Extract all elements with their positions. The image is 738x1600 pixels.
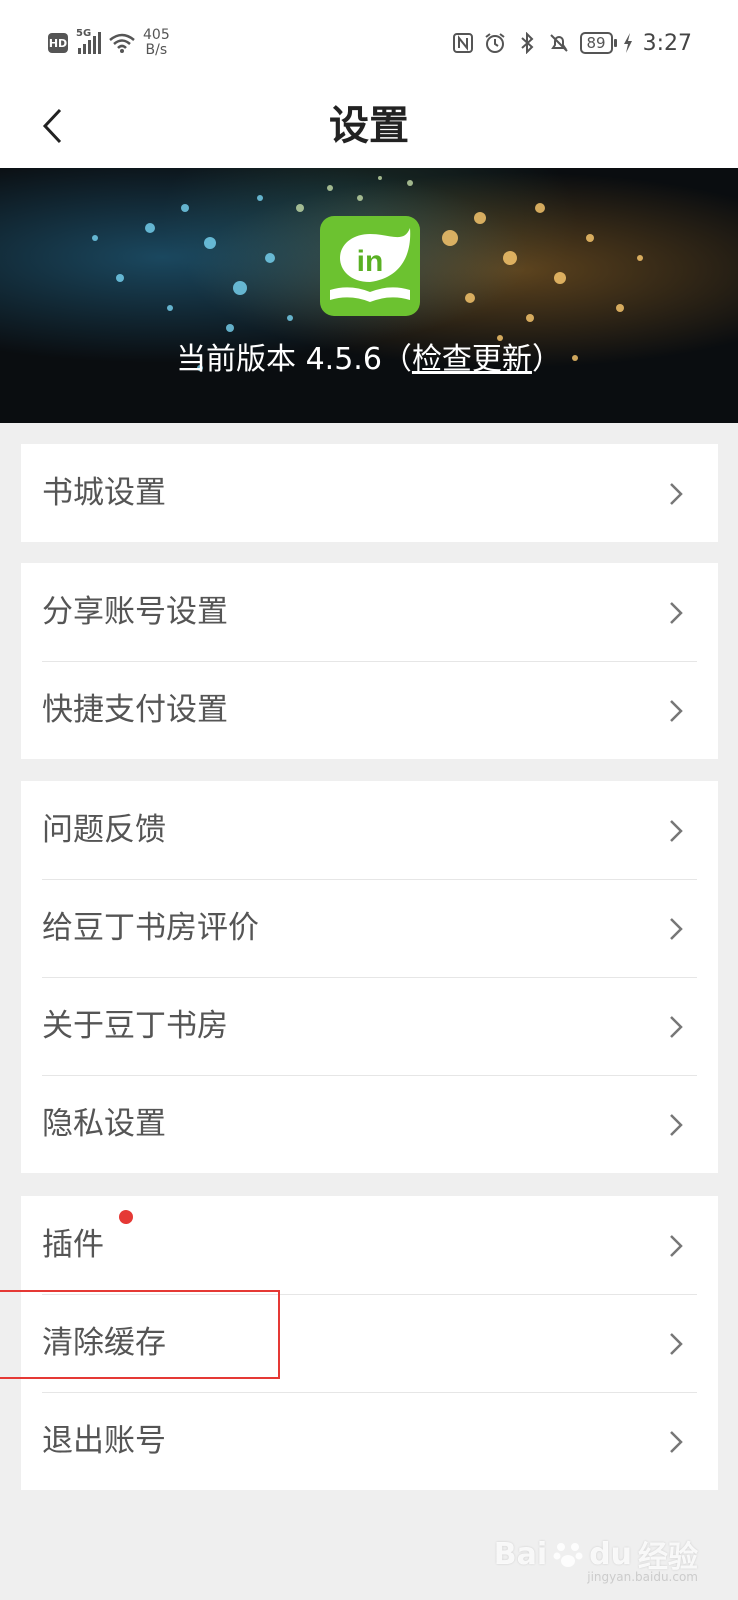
menu-item-label: 问题反馈 [42, 812, 166, 848]
nfc-icon [452, 33, 473, 53]
highlight-annotation [0, 1290, 280, 1379]
menu-item-label: 退出账号 [42, 1423, 166, 1459]
chevron-right-icon [670, 700, 683, 722]
rate-app-item[interactable]: 给豆丁书房评价 [21, 879, 718, 977]
settings-group-1: 书城设置 [21, 444, 718, 542]
settings-group-3: 问题反馈 给豆丁书房评价 关于豆丁书房 隐私设置 [21, 781, 718, 1173]
svg-text:in: in [357, 245, 384, 278]
menu-item-label: 隐私设置 [42, 1106, 166, 1142]
bookstore-settings-item[interactable]: 书城设置 [21, 444, 718, 542]
bluetooth-icon [520, 32, 533, 54]
check-update-link[interactable]: 检查更新 [412, 342, 532, 377]
top-nav-bar: 设置 [0, 84, 738, 168]
menu-item-label: 关于豆丁书房 [42, 1008, 228, 1044]
logout-item[interactable]: 退出账号 [21, 1392, 718, 1490]
status-bar: HD 5G 405 B/s 89 3:27 [0, 0, 738, 84]
share-account-settings-item[interactable]: 分享账号设置 [21, 563, 718, 661]
version-suffix: ） [531, 342, 562, 377]
menu-item-label: 给豆丁书房评价 [42, 910, 259, 946]
plugins-item[interactable]: 插件 [21, 1196, 718, 1294]
network-speed: 405 B/s [143, 27, 170, 58]
chevron-right-icon [670, 1431, 683, 1453]
about-app-item[interactable]: 关于豆丁书房 [21, 977, 718, 1075]
app-logo-icon: in [320, 216, 420, 316]
chevron-right-icon [670, 602, 683, 624]
mute-bell-icon [549, 34, 568, 52]
battery-icon: 89 [579, 32, 617, 54]
alarm-icon [484, 33, 505, 53]
privacy-settings-item[interactable]: 隐私设置 [21, 1075, 718, 1173]
version-text: 当前版本 4.5.6（ [176, 342, 412, 377]
quick-pay-settings-item[interactable]: 快捷支付设置 [21, 661, 718, 759]
chevron-right-icon [670, 1235, 683, 1257]
baidu-watermark: Bai du 经验 jingyan.baidu.com [493, 1536, 698, 1585]
chevron-right-icon [670, 820, 683, 842]
chevron-right-icon [670, 1333, 683, 1355]
app-version-banner: in 当前版本 4.5.6（检查更新） [0, 168, 738, 423]
wifi-icon [109, 33, 135, 53]
network-type: 5G [76, 28, 92, 39]
cellular-signal-icon: 5G [76, 28, 101, 54]
chevron-right-icon [670, 1114, 683, 1136]
chevron-right-icon [670, 483, 683, 505]
menu-item-label: 分享账号设置 [42, 594, 228, 630]
hd-icon: HD [48, 33, 68, 53]
notification-dot [119, 1210, 133, 1224]
version-info: 当前版本 4.5.6（检查更新） [0, 338, 738, 382]
charging-icon [623, 33, 632, 53]
paw-icon [553, 1543, 583, 1567]
menu-item-label: 书城设置 [42, 475, 166, 511]
menu-item-label: 插件 [42, 1227, 104, 1263]
clock: 3:27 [642, 30, 692, 56]
page-title: 设置 [329, 103, 409, 149]
settings-group-2: 分享账号设置 快捷支付设置 [21, 563, 718, 759]
menu-item-label: 快捷支付设置 [42, 692, 228, 728]
status-right: 89 3:27 [452, 26, 692, 60]
chevron-right-icon [670, 1016, 683, 1038]
chevron-right-icon [670, 918, 683, 940]
feedback-item[interactable]: 问题反馈 [21, 781, 718, 879]
status-left: HD 5G 405 B/s [48, 28, 170, 58]
